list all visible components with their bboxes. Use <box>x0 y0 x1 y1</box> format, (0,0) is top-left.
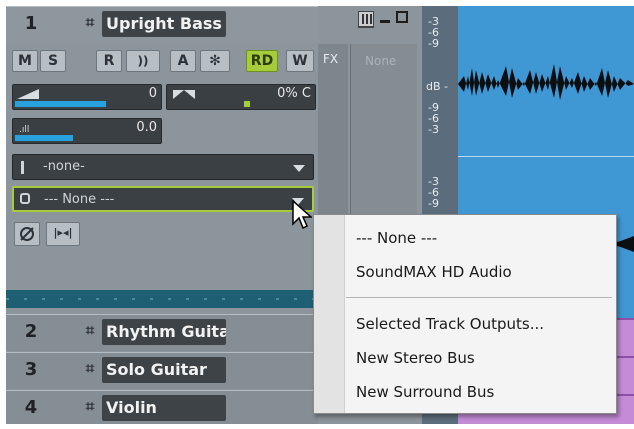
track-number: 1 <box>24 13 38 34</box>
pan-value: 0% C <box>277 86 311 101</box>
mute-button[interactable]: M <box>12 50 38 72</box>
mouse-cursor-icon <box>292 200 312 230</box>
interleave-icon: |▸◂| <box>53 226 73 239</box>
pan-right-icon <box>184 90 195 99</box>
meter-ticks <box>6 298 318 300</box>
strip-view-icon-2[interactable] <box>358 11 374 27</box>
drag-handle-icon[interactable]: ⌗ <box>82 322 98 338</box>
volume-level-fill <box>15 101 106 107</box>
pan-left-icon <box>173 90 184 99</box>
volume-ramp-icon <box>17 89 39 99</box>
menu-item-new-surround-bus[interactable]: New Surround Bus <box>356 383 494 401</box>
drag-handle-icon[interactable]: ⌗ <box>82 360 98 376</box>
record-arm-button[interactable]: R <box>96 50 122 72</box>
menu-item-none[interactable]: --- None --- <box>356 229 437 247</box>
phase-icon <box>20 227 34 241</box>
track-number: 2 <box>24 321 38 342</box>
output-icon <box>20 193 30 204</box>
drag-handle-icon[interactable]: ⌗ <box>82 398 98 414</box>
gain-value: 0.0 <box>136 120 157 135</box>
sonar-track-view: 1 ⌗ Upright Bass M S R )) A ✻ RD W 0 0% … <box>0 0 634 429</box>
drag-handle-icon[interactable]: ⌗ <box>82 14 98 30</box>
volume-value: 0 <box>148 86 157 101</box>
track-number: 3 <box>24 359 38 380</box>
menu-icon-strip <box>314 215 345 413</box>
ruler-labels-top: -3 -6 -9 <box>428 15 439 50</box>
input-echo-button[interactable]: )) <box>126 50 160 72</box>
track-meter-bar <box>6 290 318 308</box>
freeze-button[interactable]: ✻ <box>200 50 230 72</box>
track-4-header[interactable]: 4 ⌗ Violin <box>6 390 318 424</box>
fx-slot-text: None <box>365 54 397 68</box>
menu-separator <box>346 297 612 298</box>
chevron-down-icon <box>293 165 305 172</box>
gain-slider[interactable]: .ıll 0.0 <box>12 118 162 144</box>
input-icon <box>21 161 24 174</box>
phase-invert-button[interactable] <box>14 222 40 246</box>
track-1-header[interactable]: 1 ⌗ Upright Bass <box>6 6 374 43</box>
output-value: --- None --- <box>44 192 115 207</box>
automation-button[interactable]: A <box>170 50 196 72</box>
maximize-icon[interactable] <box>396 11 408 23</box>
ruler-labels-mid: -9 -6 -3 <box>428 101 439 136</box>
read-automation-button[interactable]: RD <box>246 50 278 72</box>
track-name-field[interactable]: Violin <box>102 395 226 421</box>
pan-slider[interactable]: 0% C <box>166 84 316 110</box>
output-dropdown[interactable]: --- None --- <box>12 186 314 212</box>
track-number: 4 <box>24 397 38 418</box>
write-automation-button[interactable]: W <box>286 50 314 72</box>
solo-button[interactable]: S <box>40 50 66 72</box>
minimize-icon[interactable] <box>380 20 390 23</box>
fx-label: FX <box>323 52 339 66</box>
pan-position-marker <box>244 101 250 107</box>
track-name-field[interactable]: Rhythm Guitar <box>102 319 226 345</box>
track-2-header[interactable]: 2 ⌗ Rhythm Guitar <box>6 314 318 351</box>
volume-slider[interactable]: 0 <box>12 84 162 110</box>
menu-item-selected-track-outputs[interactable]: Selected Track Outputs... <box>356 315 544 333</box>
menu-item-soundmax-hd-audio[interactable]: SoundMAX HD Audio <box>356 263 512 281</box>
menu-item-new-stereo-bus[interactable]: New Stereo Bus <box>356 349 475 367</box>
gain-level-fill <box>15 135 73 141</box>
input-value: -none- <box>43 159 85 174</box>
track-name-field[interactable]: Upright Bass <box>102 11 226 37</box>
interleave-button[interactable]: |▸◂| <box>46 222 80 246</box>
ruler-labels-low: -3 -6 -9 <box>428 175 439 210</box>
track-3-header[interactable]: 3 ⌗ Solo Guitar <box>6 352 318 389</box>
input-dropdown[interactable]: -none- <box>12 154 314 180</box>
db-label: dB - <box>426 80 448 93</box>
output-context-menu: --- None --- SoundMAX HD Audio Selected … <box>313 214 617 414</box>
gain-ramp-icon: .ıll <box>19 125 30 135</box>
track-name-field[interactable]: Solo Guitar <box>102 357 226 383</box>
